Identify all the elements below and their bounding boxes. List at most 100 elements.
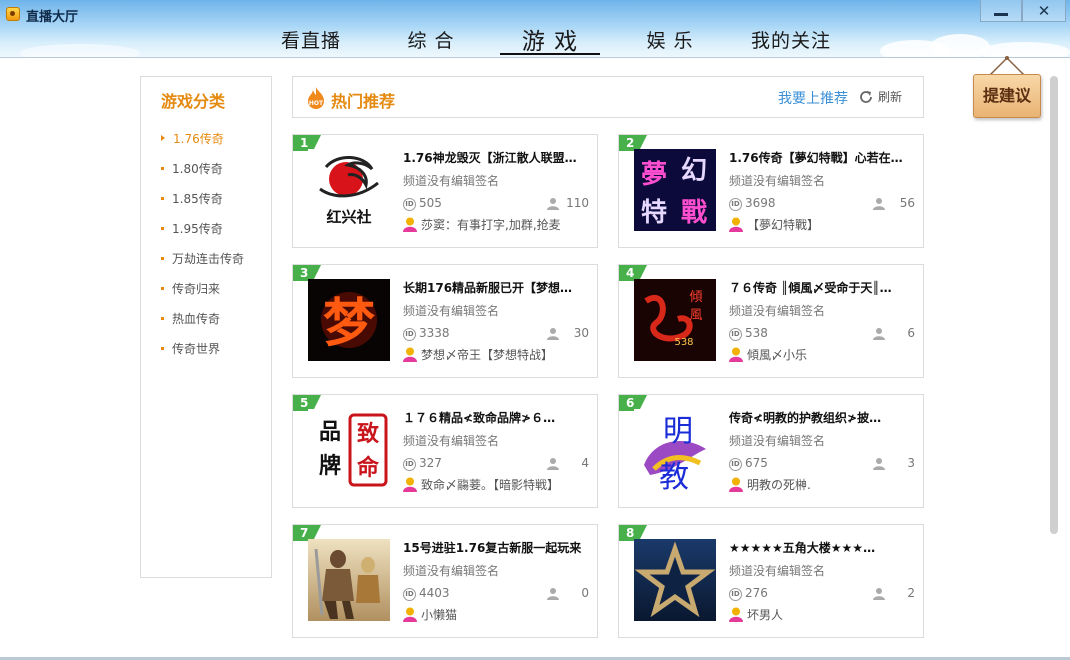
channel-title: １７６精品≮致命品牌≯６… [403,411,556,425]
host-avatar-icon [729,217,743,232]
sidebar-title: 游戏分类 [161,92,226,111]
channel-title: 15号进驻1.76复古新服一起玩来 [403,541,582,555]
channel-card[interactable]: 4 傾 風 538 ７６传奇 ║傾風〆受命于天║… 频道没有编辑签名 ID 53… [618,264,924,378]
id-icon: ID [729,328,742,341]
channel-id: 675 [745,456,768,470]
host-name: 明教の死榊. [747,478,811,492]
category-item[interactable]: 1.76传奇 [161,123,244,153]
channel-card[interactable]: 6 明 教 传奇≮明教的护教组织≯披… 频道没有编辑签名 ID 675 3 明教… [618,394,924,508]
category-item[interactable]: 传奇世界 [161,333,244,363]
channel-id: 538 [745,326,768,340]
channel-signature: 频道没有编辑签名 [403,564,500,578]
channel-stats: ID 276 2 [729,586,915,602]
channel-card[interactable]: 8 ★★★★★五角大楼★★★… 频道没有编辑签名 ID 276 2 坏男人 [618,524,924,638]
refresh-button[interactable]: 刷新 [858,88,902,105]
channel-host: 坏男人 [729,606,919,622]
channel-title: 1.76神龙毁灭【浙江散人联盟… [403,151,577,165]
channel-card[interactable]: 2 夢 幻 特 戰 1.76传奇【夢幻特戰】心若在… 频道没有编辑签名 ID 3… [618,134,924,248]
channel-signature: 频道没有编辑签名 [403,304,500,318]
category-item[interactable]: 1.85传奇 [161,183,244,213]
host-name: 莎窦：有事打字,加群,抢麦 [421,218,561,232]
host-name: 坏男人 [747,608,784,622]
viewer-count: 6 [907,326,915,340]
scrollbar[interactable] [1050,76,1058,534]
refresh-label: 刷新 [878,90,903,104]
channel-id: 3338 [419,326,450,340]
suggest-button[interactable]: 提建议 [973,74,1041,118]
channel-host: 梦想〆帝王【梦想特战】 [403,346,593,362]
channel-thumbnail [634,539,716,621]
channel-id: 505 [419,196,442,210]
channel-card[interactable]: 1 红兴社 1.76神龙毁灭【浙江散人联盟… 频道没有编辑签名 ID 505 1… [292,134,598,248]
channel-thumbnail: 品 牌 致 命 [308,409,390,491]
category-item[interactable]: 传奇归来 [161,273,244,303]
channel-stats: ID 3698 56 [729,196,915,212]
title-bar: 直播大厅 ✕ 看直播 综 合 游 戏 娱 乐 我的关注 [0,0,1070,58]
channel-id: 327 [419,456,442,470]
channel-host: 【夢幻特戰】 [729,216,919,232]
host-name: 傾風〆小乐 [747,348,808,362]
svg-text:命: 命 [357,455,380,481]
category-label: 1.85传奇 [172,191,223,206]
svg-text:特: 特 [641,197,667,228]
channel-thumbnail: 傾 風 538 [634,279,716,361]
tab-watch-live[interactable]: 看直播 [281,26,341,53]
channel-id: 3698 [745,196,776,210]
channel-title: ７６传奇 ║傾風〆受命于天║… [729,281,892,295]
id-icon: ID [403,458,416,471]
host-avatar-icon [403,477,417,492]
channel-card[interactable]: 7 15号进驻1.76复古新服一起玩来 频道没有编辑签名 ID 4403 0 小… [292,524,598,638]
channel-thumbnail: 明 教 [634,409,716,491]
svg-text:品: 品 [319,419,341,445]
channel-thumbnail: 梦 [308,279,390,361]
channel-card[interactable]: 5 品 牌 致 命 １７６精品≮致命品牌≯６… 频道没有编辑签名 ID 327 … [292,394,598,508]
tab-my-follows[interactable]: 我的关注 [751,26,831,53]
viewers-icon [873,588,885,600]
category-item[interactable]: 1.80传奇 [161,153,244,183]
category-label: 1.80传奇 [172,161,223,176]
viewer-count: 4 [581,456,589,470]
close-button[interactable]: ✕ [1022,0,1066,22]
host-name: 【夢幻特戰】 [747,218,820,232]
channel-host: 莎窦：有事打字,加群,抢麦 [403,216,593,232]
svg-text:538: 538 [674,337,693,348]
tab-games[interactable]: 游 戏 [515,22,585,56]
channel-stats: ID 505 110 [403,196,589,212]
channel-thumbnail: 夢 幻 特 戰 [634,149,716,231]
category-item[interactable]: 1.95传奇 [161,213,244,243]
viewer-count: 110 [566,196,589,210]
hot-recommend-header: HOT 热门推荐 我要上推荐 刷新 [292,76,924,118]
channel-id: 276 [745,586,768,600]
channel-thumbnail [308,539,390,621]
category-list: 1.76传奇 1.80传奇 1.85传奇 1.95传奇 万劫连击传奇 传奇归来 … [161,123,244,363]
tab-general[interactable]: 综 合 [403,26,459,53]
viewers-icon [873,328,885,340]
apply-recommend-link[interactable]: 我要上推荐 [778,88,848,108]
category-sidebar: 游戏分类 1.76传奇 1.80传奇 1.85传奇 1.95传奇 万劫连击传奇 … [140,76,272,578]
channel-title: 1.76传奇【夢幻特戰】心若在… [729,151,903,165]
svg-text:夢: 夢 [641,160,667,190]
channel-thumbnail: 红兴社 [308,149,390,231]
svg-text:红兴社: 红兴社 [326,208,371,226]
category-label: 1.76传奇 [173,131,224,146]
channel-signature: 频道没有编辑签名 [403,434,500,448]
svg-text:梦: 梦 [323,293,375,354]
window-controls: ✕ [980,0,1066,22]
channel-stats: ID 675 3 [729,456,915,472]
category-item[interactable]: 万劫连击传奇 [161,243,244,273]
bullet-icon [161,166,164,170]
id-icon: ID [729,198,742,211]
svg-text:明: 明 [663,414,693,449]
category-item[interactable]: 热血传奇 [161,303,244,333]
minimize-button[interactable] [980,0,1022,22]
viewers-icon [547,458,559,470]
app-logo-icon [6,7,20,21]
tab-entertainment[interactable]: 娱 乐 [642,26,698,53]
host-avatar-icon [729,347,743,362]
category-label: 传奇归来 [172,281,221,296]
channel-card[interactable]: 3 梦 长期176精品新服已开【梦想… 频道没有编辑签名 ID 3338 30 … [292,264,598,378]
channel-title: 长期176精品新服已开【梦想… [403,281,573,295]
channel-host: 明教の死榊. [729,476,919,492]
category-label: 1.95传奇 [172,221,223,236]
channel-stats: ID 538 6 [729,326,915,342]
